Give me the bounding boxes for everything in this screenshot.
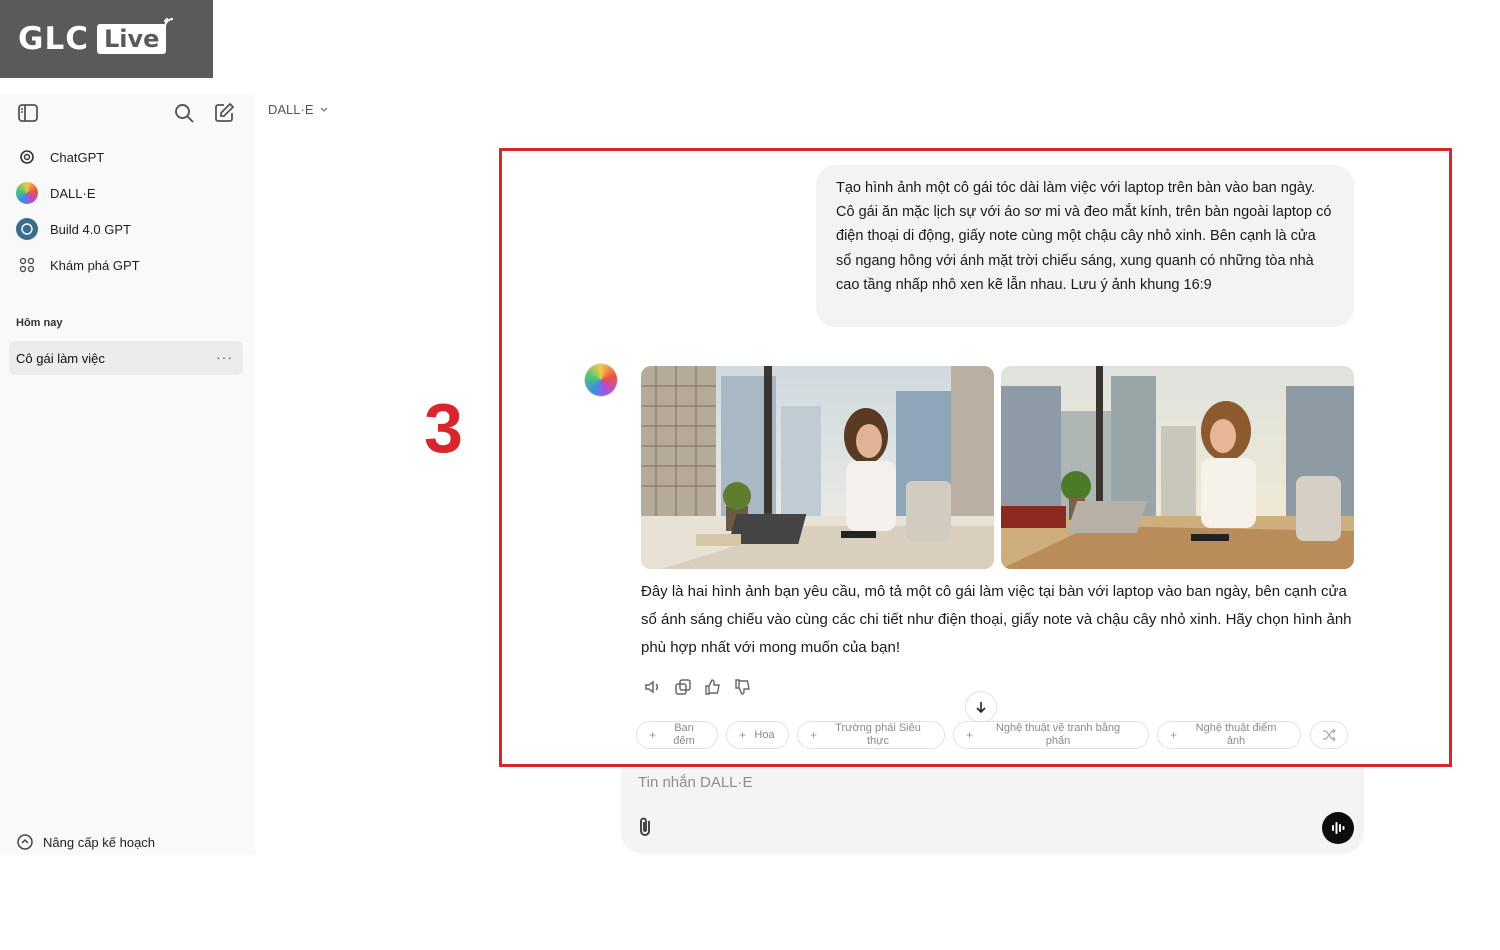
voice-mode-button[interactable]: [1322, 812, 1354, 844]
sidebar-item-label: Khám phá GPT: [50, 257, 140, 273]
suggestion-chip[interactable]: + Ban đêm: [636, 721, 718, 749]
suggestion-chip[interactable]: + Nghệ thuật điểm ảnh: [1157, 721, 1301, 749]
arrow-down-icon: [976, 702, 986, 714]
logo-live-badge: Live: [96, 18, 174, 54]
suggestion-label: Nghệ thuật điểm ảnh: [1195, 722, 1277, 747]
conversation-item[interactable]: Cô gái làm việc ···: [9, 341, 243, 375]
conversation-title: Cô gái làm việc: [16, 350, 105, 366]
suggestion-label: Nghệ thuật vẽ tranh bằng phấn: [995, 722, 1121, 747]
plus-icon: +: [739, 728, 747, 742]
suggestion-chip[interactable]: + Hoa: [726, 721, 789, 749]
sidebar-item-explore-gpt[interactable]: Khám phá GPT: [12, 250, 242, 280]
message-input-placeholder[interactable]: Tin nhắn DALL·E: [638, 774, 753, 791]
sidebar-item-build-gpt[interactable]: Build 4.0 GPT: [12, 214, 242, 244]
model-selector[interactable]: DALL·E: [268, 102, 329, 117]
copy-icon[interactable]: [673, 677, 693, 697]
message-composer[interactable]: Tin nhắn DALL·E: [621, 768, 1364, 854]
new-chat-icon[interactable]: [212, 101, 236, 125]
plus-icon: +: [810, 728, 818, 742]
logo-brand: GLC: [18, 21, 89, 57]
paperclip-icon[interactable]: [636, 816, 656, 838]
glc-live-logo: GLC Live: [0, 0, 213, 78]
thumbs-down-icon[interactable]: [733, 677, 753, 697]
waveform-icon: [1332, 822, 1345, 834]
sidebar-item-dalle[interactable]: DALL·E: [12, 178, 242, 208]
sidebar: ChatGPT DALL·E Build 4.0 GPT Khám phá GP…: [0, 95, 255, 855]
suggestion-chip[interactable]: + Trường phái Siêu thực: [797, 721, 945, 749]
dalle-avatar-icon: [585, 364, 617, 396]
model-name: DALL·E: [268, 102, 314, 117]
thumbs-up-icon[interactable]: [703, 677, 723, 697]
user-message: Tạo hình ảnh một cô gái tóc dài làm việc…: [816, 165, 1354, 327]
assistant-message: Đây là hai hình ảnh bạn yêu cầu, mô tả m…: [641, 583, 1352, 656]
plus-icon: +: [1170, 728, 1178, 742]
generated-image-2[interactable]: [1001, 366, 1354, 569]
plus-icon: +: [966, 728, 974, 742]
sidebar-item-chatgpt[interactable]: ChatGPT: [12, 142, 242, 172]
suggestion-label: Ban đêm: [673, 722, 695, 747]
message-actions: [643, 677, 763, 697]
step-number: 3: [424, 389, 463, 467]
chevron-down-icon: [320, 107, 327, 112]
section-title-today: Hôm nay: [16, 317, 63, 329]
grid-icon: [16, 254, 38, 276]
sidebar-item-label: ChatGPT: [50, 149, 105, 165]
suggestion-chip[interactable]: + Nghệ thuật vẽ tranh bằng phấn: [953, 721, 1149, 749]
shuffle-button[interactable]: [1310, 721, 1348, 749]
suggestion-label: Trường phái Siêu thực: [835, 722, 921, 747]
speaker-icon[interactable]: [643, 677, 663, 697]
gpt-avatar-icon: [16, 218, 38, 240]
sidebar-item-label: Build 4.0 GPT: [50, 221, 131, 237]
search-icon[interactable]: [172, 101, 196, 125]
shuffle-icon: [1323, 728, 1336, 742]
scroll-down-button[interactable]: [965, 691, 997, 723]
upgrade-plan-button[interactable]: Nâng cấp kế hoạch: [16, 833, 155, 851]
more-options-icon[interactable]: ···: [216, 349, 233, 365]
plus-icon: +: [649, 728, 657, 742]
upgrade-label: Nâng cấp kế hoạch: [43, 834, 156, 850]
sidebar-item-label: DALL·E: [50, 185, 96, 201]
generated-image-1[interactable]: [641, 366, 994, 569]
openai-icon: [16, 146, 38, 168]
sidebar-toggle-icon[interactable]: [16, 101, 40, 125]
upgrade-icon: [17, 834, 33, 850]
dalle-avatar-icon: [16, 182, 38, 204]
signal-icon: [164, 18, 174, 28]
logo-live-text: Live: [103, 25, 160, 53]
